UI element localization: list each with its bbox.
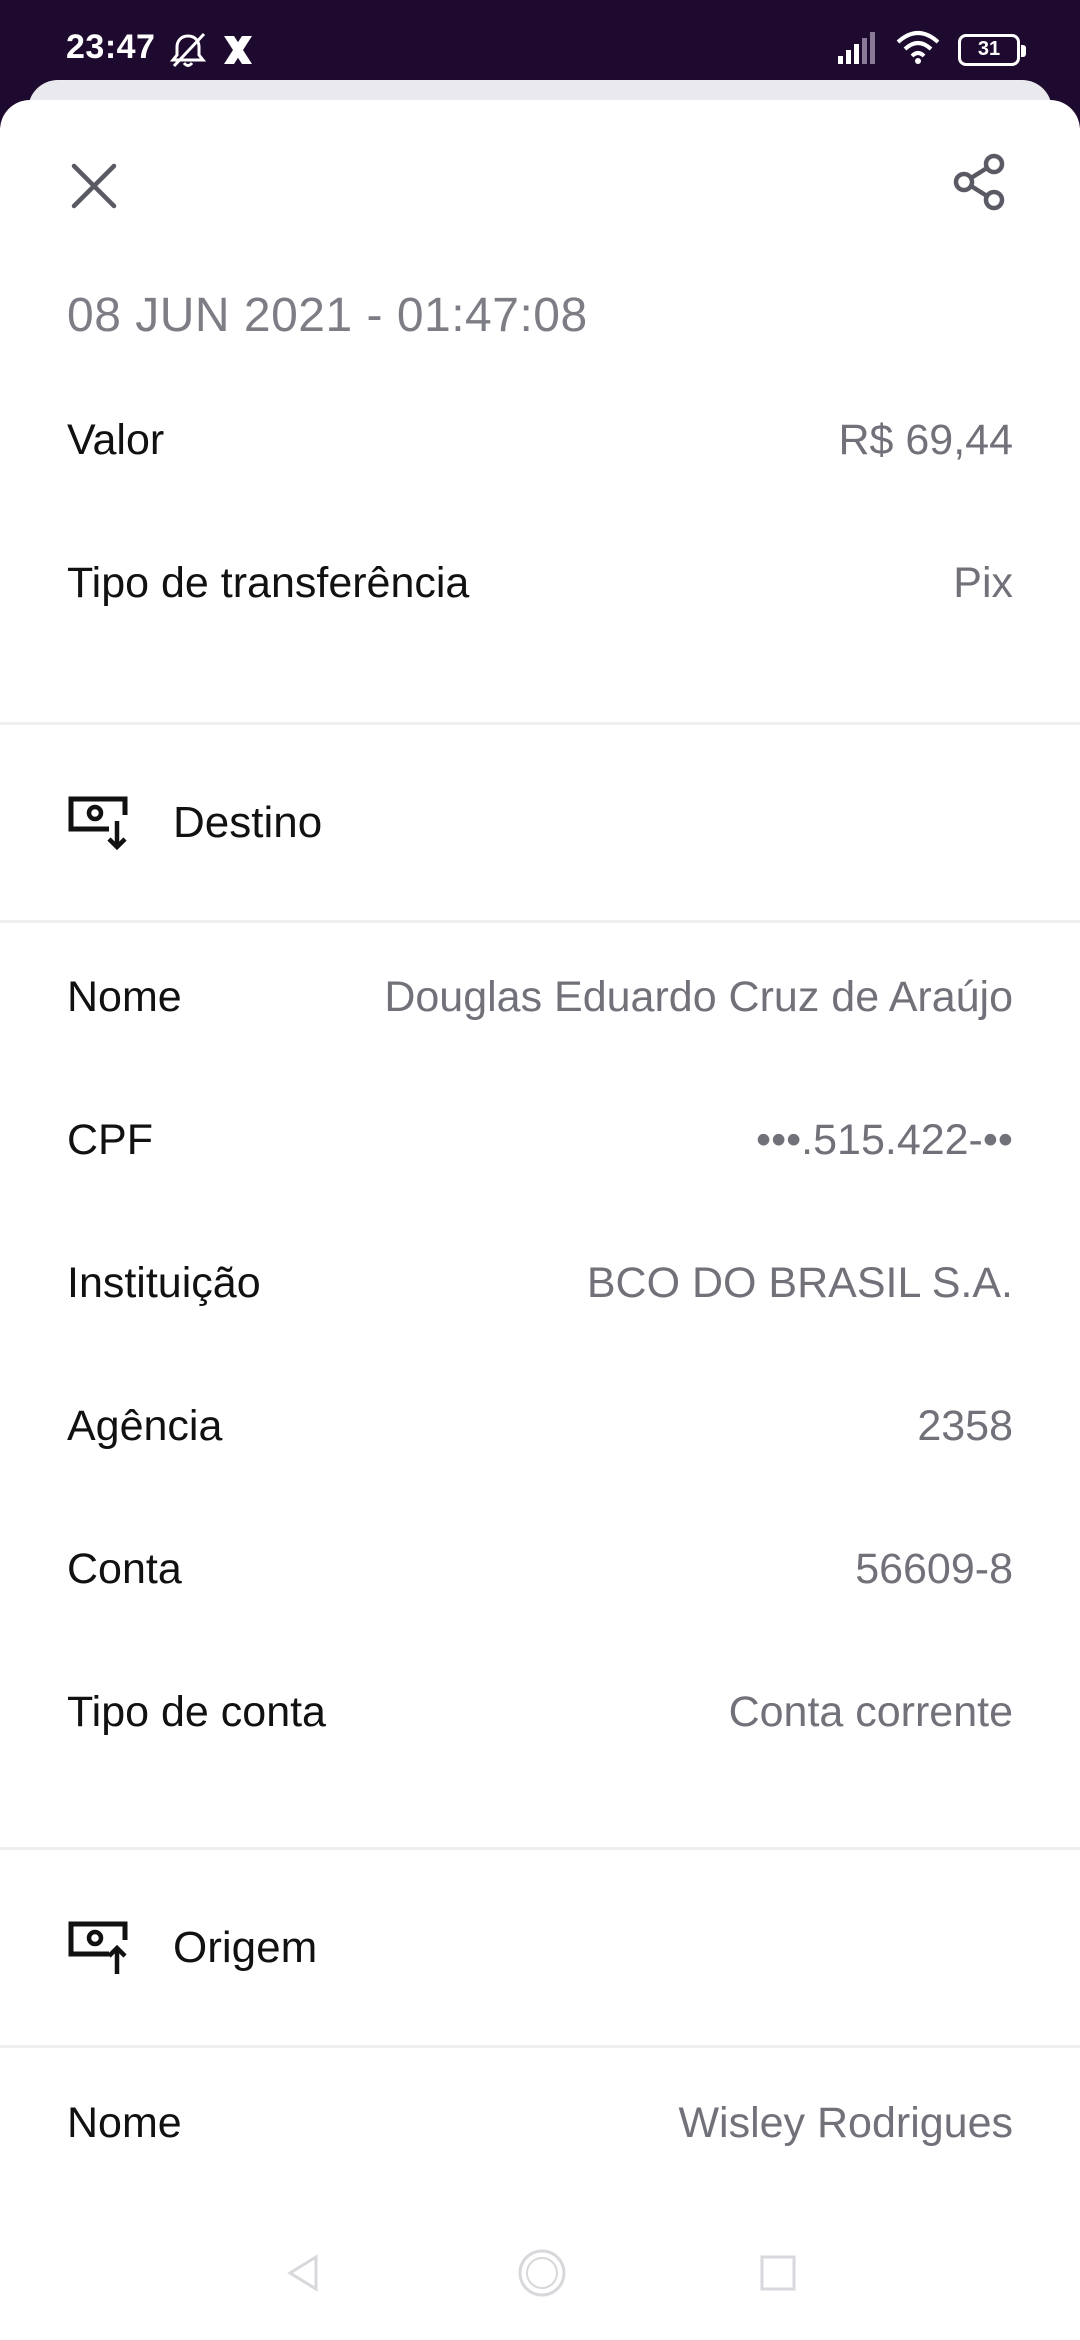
money-in-icon — [67, 795, 131, 851]
row-instituicao: Instituição BCO DO BRASIL S.A. — [67, 1243, 1013, 1323]
row-value: •••.515.422-•• — [756, 1115, 1013, 1164]
row-value: Wisley Rodrigues — [678, 2098, 1013, 2147]
row-nome-origem: Nome Wisley Rodrigues — [67, 2083, 1013, 2163]
section-destino: Destino — [67, 783, 967, 863]
navigation-bar — [0, 2220, 1080, 2330]
row-label: Nome — [67, 972, 182, 1021]
section-title: Origem — [173, 1923, 318, 1972]
wifi-icon — [896, 30, 940, 69]
row-value: R$ 69,44 — [838, 415, 1013, 464]
status-time: 23:47 — [66, 28, 156, 66]
battery-level: 31 — [977, 38, 1001, 60]
transaction-date: 08 JUN 2021 - 01:47:08 — [67, 289, 588, 342]
row-value: 56609-8 — [855, 1544, 1013, 1593]
row-value: Conta corrente — [728, 1687, 1013, 1736]
row-value: BCO DO BRASIL S.A. — [586, 1258, 1013, 1307]
row-label: Tipo de conta — [67, 1687, 326, 1736]
section-origem: Origem — [67, 1908, 967, 1988]
share-icon — [953, 153, 1005, 211]
home-icon[interactable] — [516, 2247, 568, 2304]
row-value: Douglas Eduardo Cruz de Araújo — [384, 972, 1013, 1021]
close-button[interactable] — [58, 150, 130, 222]
row-tipo-transferencia: Tipo de transferência Pix — [67, 543, 1013, 623]
row-label: Instituição — [67, 1258, 261, 1307]
row-tipo-conta: Tipo de conta Conta corrente — [67, 1672, 1013, 1752]
alarm-off-icon — [168, 30, 208, 75]
share-button[interactable] — [944, 146, 1016, 218]
transfer-receipt-sheet: 08 JUN 2021 - 01:47:08 Valor R$ 69,44 Ti… — [0, 100, 1080, 2340]
row-label: Valor — [67, 415, 165, 464]
recents-icon[interactable] — [758, 2253, 798, 2298]
row-value: 2358 — [917, 1401, 1013, 1450]
row-label: CPF — [67, 1115, 153, 1164]
divider — [0, 920, 1080, 923]
divider — [0, 2045, 1080, 2048]
row-label: Conta — [67, 1544, 182, 1593]
signal-icon — [836, 30, 878, 69]
divider — [0, 1847, 1080, 1850]
money-out-icon — [67, 1920, 131, 1976]
close-icon — [71, 163, 117, 209]
divider — [0, 722, 1080, 725]
row-valor: Valor R$ 69,44 — [67, 400, 1013, 480]
row-label: Tipo de transferência — [67, 558, 470, 607]
row-nome: Nome Douglas Eduardo Cruz de Araújo — [67, 957, 1013, 1037]
row-agencia: Agência 2358 — [67, 1386, 1013, 1466]
section-title: Destino — [173, 798, 323, 847]
battery-icon: 31 — [958, 33, 1026, 66]
x-app-icon — [218, 30, 258, 75]
row-value: Pix — [953, 558, 1013, 607]
row-label: Nome — [67, 2098, 182, 2147]
row-label: Agência — [67, 1401, 223, 1450]
row-cpf: CPF •••.515.422-•• — [67, 1100, 1013, 1180]
row-conta: Conta 56609-8 — [67, 1529, 1013, 1609]
back-icon[interactable] — [282, 2251, 326, 2300]
